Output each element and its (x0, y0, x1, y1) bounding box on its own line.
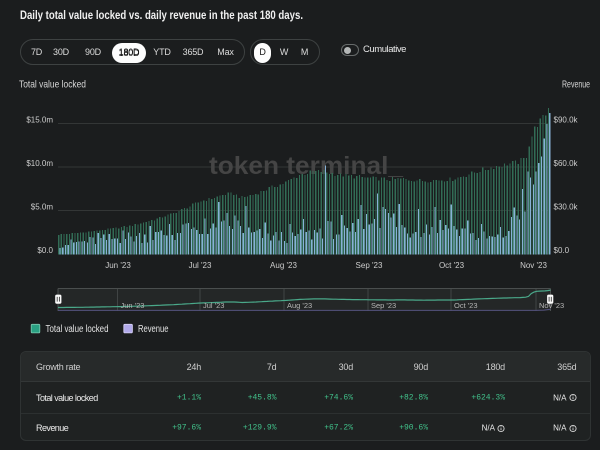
svg-text:Jun '23: Jun '23 (121, 301, 145, 310)
svg-text:Total value locked: Total value locked (46, 324, 109, 335)
svg-text:Aug '23: Aug '23 (270, 261, 297, 270)
svg-text:$30.0k: $30.0k (554, 203, 579, 212)
svg-text:$0.0: $0.0 (37, 246, 53, 255)
svg-text:Revenue: Revenue (562, 79, 590, 91)
svg-text:Oct '23: Oct '23 (439, 261, 465, 270)
svg-text:Aug '23: Aug '23 (287, 301, 312, 310)
svg-text:Jul '23: Jul '23 (189, 261, 212, 270)
svg-text:Jul '23: Jul '23 (203, 301, 224, 310)
svg-text:$10.0m: $10.0m (26, 159, 53, 168)
svg-text:$0.0: $0.0 (554, 246, 570, 255)
svg-text:$60.0k: $60.0k (554, 159, 579, 168)
svg-text:$90.0k: $90.0k (554, 116, 579, 125)
svg-text:Revenue: Revenue (138, 324, 169, 335)
svg-text:Oct '23: Oct '23 (454, 301, 478, 310)
svg-text:Total value locked: Total value locked (19, 79, 86, 91)
svg-text:Nov '23: Nov '23 (520, 261, 547, 270)
svg-text:$5.0m: $5.0m (31, 203, 54, 212)
svg-text:Sep '23: Sep '23 (371, 301, 396, 310)
svg-text:Jun '23: Jun '23 (105, 261, 131, 270)
svg-text:Daily total value locked vs. d: Daily total value locked vs. daily reven… (20, 10, 303, 22)
svg-text:Sep '23: Sep '23 (356, 261, 383, 270)
svg-text:$15.0m: $15.0m (26, 116, 53, 125)
svg-text:token terminal_: token terminal_ (209, 152, 404, 180)
